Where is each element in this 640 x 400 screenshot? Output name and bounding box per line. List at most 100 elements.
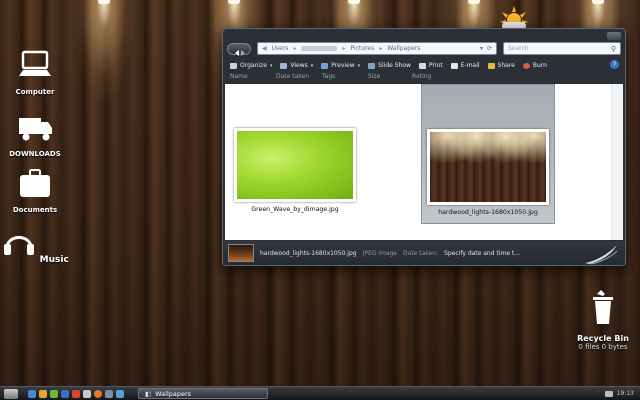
address-dropdown-icon[interactable]: ▾: [480, 45, 483, 52]
organize-button[interactable]: Organize ▾: [230, 62, 272, 69]
file-name: hardwood_lights-1680x1050.jpg: [438, 209, 538, 216]
burn-disc-icon: [522, 62, 530, 69]
file-tile-green-wave[interactable]: Green_Wave_by_dimage.jpg: [229, 128, 361, 213]
desktop-icon-label: Documents: [12, 206, 58, 214]
wood-light: [74, 0, 134, 100]
print-button[interactable]: Print: [418, 62, 443, 69]
details-filename: hardwood_lights-1680x1050.jpg: [260, 249, 357, 257]
clock[interactable]: 19:13: [617, 390, 634, 397]
desktop-icon-music[interactable]: Music: [0, 226, 70, 265]
folder-icon: ◀: [262, 45, 267, 52]
preview-button[interactable]: Preview ▾: [321, 62, 360, 69]
search-box[interactable]: ⚲: [503, 42, 621, 55]
chevron-down-icon: ▾: [357, 62, 361, 69]
recycle-bin-status: 0 files 0 bytes: [578, 343, 628, 351]
preview-label: Preview: [331, 62, 355, 69]
share-icon: [487, 62, 495, 69]
column-header-date-taken[interactable]: Date taken: [276, 73, 322, 83]
back-forward-button[interactable]: [227, 43, 251, 56]
column-header-rating[interactable]: Rating: [412, 73, 456, 83]
vertical-scrollbar[interactable]: [611, 84, 623, 240]
breadcrumb-separator: ▸: [342, 45, 346, 52]
window-close-button[interactable]: [607, 32, 621, 40]
app-blue-icon[interactable]: [105, 389, 113, 398]
burn-label: Burn: [532, 62, 547, 69]
file-tile-hardwood-lights[interactable]: hardwood_lights-1680x1050.jpg: [421, 84, 555, 224]
address-bar[interactable]: ◀ Users ▸ ▸ Pictures ▸ Wallpapers ▾ ⟳: [257, 42, 497, 55]
envelope-icon: [450, 62, 458, 69]
taskbar: ◧ Wallpapers 19:13: [0, 386, 640, 400]
breadcrumb-wallpapers[interactable]: Wallpapers: [387, 45, 420, 52]
details-date-value[interactable]: Specify date and time t...: [444, 250, 520, 257]
breadcrumb-separator: ▸: [379, 45, 383, 52]
media-player-icon[interactable]: [50, 389, 58, 398]
volume-icon[interactable]: [604, 390, 613, 397]
file-thumbnail: [234, 128, 356, 202]
slideshow-icon: [368, 62, 376, 69]
recycle-bin-label: Recycle Bin: [577, 334, 629, 343]
search-icon[interactable]: ⚲: [611, 45, 616, 53]
desktop-icon-computer[interactable]: Computer: [0, 50, 70, 96]
breadcrumb-separator: ▸: [293, 45, 297, 52]
address-row: ◀ Users ▸ ▸ Pictures ▸ Wallpapers ▾ ⟳ ⚲: [227, 41, 621, 57]
address-actions: ▾ ⟳: [480, 45, 496, 52]
back-arrow-icon: [235, 50, 245, 56]
email-label: E-mail: [460, 62, 480, 69]
details-type: JPEG image: [362, 249, 398, 257]
app-light-blue-icon[interactable]: [116, 389, 124, 398]
computer-icon: [19, 50, 51, 76]
column-header-size[interactable]: Size: [368, 73, 412, 83]
command-toolbar: Organize ▾ Views ▾ Preview ▾ Slide Show …: [224, 59, 624, 72]
column-header-tags[interactable]: Tags: [322, 73, 368, 83]
file-list[interactable]: Green_Wave_by_dimage.jpg hardwood_lights…: [225, 84, 611, 240]
file-name: Green_Wave_by_dimage.jpg: [251, 206, 339, 213]
email-button[interactable]: E-mail: [450, 62, 480, 69]
swoosh-logo-icon: [585, 245, 618, 265]
desktop-icon-downloads[interactable]: DOWNLOADS: [0, 112, 70, 158]
views-icon: [280, 62, 288, 69]
browser-icon[interactable]: [61, 389, 69, 398]
views-button[interactable]: Views ▾: [280, 62, 313, 69]
refresh-icon[interactable]: ⟳: [487, 45, 492, 52]
window-icon: ◧: [145, 389, 152, 398]
breadcrumb-users[interactable]: Users: [272, 45, 289, 52]
help-icon[interactable]: ?: [610, 60, 619, 69]
app-gray-icon[interactable]: [83, 389, 91, 398]
share-button[interactable]: Share: [487, 62, 515, 69]
explorer-window[interactable]: ◀ Users ▸ ▸ Pictures ▸ Wallpapers ▾ ⟳ ⚲ …: [222, 28, 626, 266]
slideshow-button[interactable]: Slide Show: [368, 62, 411, 69]
trash-bin-icon: [593, 290, 613, 324]
organize-icon: [230, 62, 237, 69]
burn-button[interactable]: Burn: [522, 62, 547, 69]
briefcase-icon: [20, 169, 50, 197]
truck-icon: [19, 118, 52, 141]
printer-icon: [418, 62, 426, 69]
desktop-icon-documents[interactable]: Documents: [0, 168, 70, 214]
recycle-bin[interactable]: Recycle Bin 0 files 0 bytes: [572, 290, 634, 351]
quick-launch: [28, 389, 124, 398]
taskbar-button-wallpapers[interactable]: ◧ Wallpapers: [138, 388, 268, 399]
headphones-icon: [4, 236, 35, 255]
chevron-down-icon: ▾: [269, 62, 273, 69]
desktop-icon-label: Music: [39, 255, 69, 265]
firefox-icon[interactable]: [94, 389, 102, 398]
share-label: Share: [497, 62, 515, 69]
app-red-icon[interactable]: [72, 389, 80, 398]
show-desktop-icon[interactable]: [28, 389, 36, 398]
chevron-down-icon: ▾: [310, 62, 314, 69]
details-thumbnail: [228, 244, 254, 262]
breadcrumb-pictures[interactable]: Pictures: [350, 45, 374, 52]
preview-icon: [321, 62, 329, 69]
slideshow-label: Slide Show: [378, 62, 411, 69]
start-button[interactable]: [4, 388, 18, 399]
column-header-name[interactable]: Name: [230, 73, 276, 83]
weather-sun-icon[interactable]: [498, 6, 528, 30]
details-date-label: Date taken:: [403, 249, 439, 257]
system-tray: 19:13: [604, 390, 634, 397]
folder-icon[interactable]: [39, 389, 47, 398]
print-label: Print: [428, 62, 443, 69]
search-input[interactable]: [508, 45, 608, 52]
column-headers: Name Date taken Tags Size Rating: [224, 73, 624, 83]
taskbar-button-label: Wallpapers: [155, 389, 192, 398]
details-pane: hardwood_lights-1680x1050.jpg JPEG image…: [224, 241, 624, 265]
